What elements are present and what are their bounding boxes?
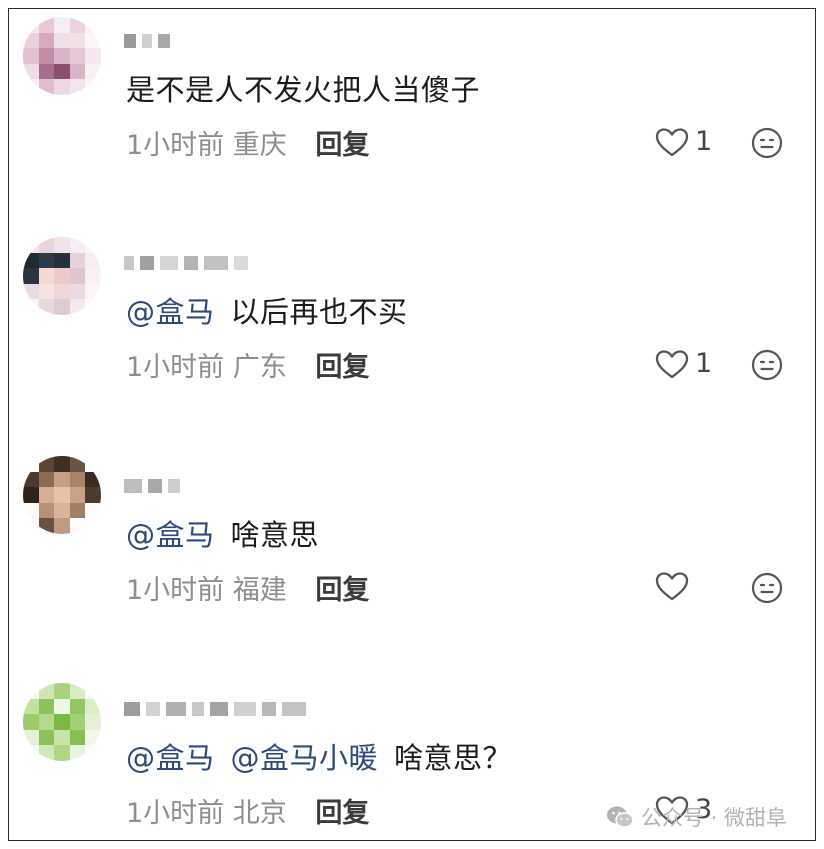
- username-blurred[interactable]: [124, 472, 180, 500]
- heart-outline-icon: [655, 127, 689, 156]
- comment-time: 1小时前: [126, 798, 225, 829]
- username-blurred[interactable]: [124, 27, 170, 55]
- heart-outline-icon: [655, 349, 689, 378]
- comment-location: 福建: [232, 575, 287, 606]
- comment-text: 是不是人不发火把人当傻子: [126, 73, 481, 107]
- like-button[interactable]: 1: [655, 348, 712, 379]
- avatar[interactable]: [23, 683, 101, 761]
- reply-button[interactable]: 回复: [315, 352, 369, 383]
- comment-text: @盒马 啥意思: [126, 518, 320, 552]
- comment-time: 1小时前: [126, 130, 225, 161]
- heart-outline-icon: [655, 572, 689, 601]
- mention-link[interactable]: @盒马小暖: [231, 741, 379, 775]
- comment-meta: 1小时前 福建 回复: [126, 568, 369, 607]
- like-count: 1: [695, 126, 713, 157]
- comment-meta: 1小时前 广东 回复: [126, 345, 369, 384]
- watermark: 公众号 · 微甜阜: [605, 802, 787, 832]
- comment-meta: 1小时前 北京 回复: [126, 791, 369, 830]
- like-count: 1: [695, 348, 713, 379]
- avatar[interactable]: [23, 456, 101, 534]
- neutral-face-icon[interactable]: [751, 127, 783, 159]
- username-blurred[interactable]: [124, 695, 306, 723]
- comment-item: @盒马 啥意思 1小时前 福建 回复: [9, 454, 815, 654]
- neutral-face-icon[interactable]: [751, 572, 783, 604]
- comment-location: 北京: [232, 798, 287, 829]
- comment-time: 1小时前: [126, 575, 225, 606]
- reply-button[interactable]: 回复: [315, 130, 369, 161]
- comment-text: @盒马 以后再也不买: [126, 295, 408, 329]
- comment-list: 是不是人不发火把人当傻子 1小时前 重庆 回复 1 @盒马 以后再也不买 1小时…: [8, 8, 816, 841]
- username-blurred[interactable]: [124, 249, 248, 277]
- mention-link[interactable]: @盒马: [126, 518, 215, 552]
- reply-button[interactable]: 回复: [315, 575, 369, 606]
- reply-button[interactable]: 回复: [315, 798, 369, 829]
- avatar[interactable]: [23, 17, 101, 95]
- comment-meta: 1小时前 重庆 回复: [126, 123, 369, 162]
- watermark-text: 公众号 · 微甜阜: [641, 806, 788, 830]
- mention-link[interactable]: @盒马: [126, 741, 215, 775]
- like-button[interactable]: 1: [655, 126, 712, 157]
- mention-link[interactable]: @盒马: [126, 295, 215, 329]
- neutral-face-icon[interactable]: [751, 349, 783, 381]
- wechat-icon: [607, 806, 634, 828]
- comment-time: 1小时前: [126, 352, 225, 383]
- comment-location: 重庆: [232, 130, 287, 161]
- avatar[interactable]: [23, 237, 101, 315]
- comment-item: 是不是人不发火把人当傻子 1小时前 重庆 回复 1: [9, 9, 815, 209]
- comment-item: @盒马 以后再也不买 1小时前 广东 回复 1: [9, 231, 815, 431]
- comment-text: @盒马 @盒马小暖 啥意思？: [126, 741, 513, 775]
- like-button[interactable]: [655, 571, 695, 601]
- comment-location: 广东: [232, 352, 287, 383]
